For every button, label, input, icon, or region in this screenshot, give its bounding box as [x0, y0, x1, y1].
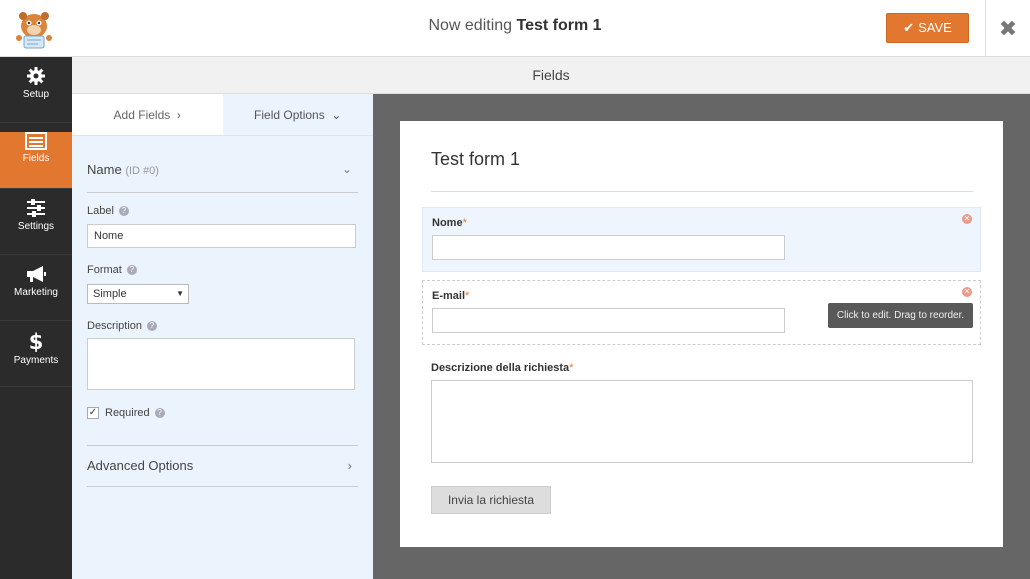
help-icon[interactable]: ?	[118, 206, 129, 217]
nav-item-setup[interactable]: Setup	[0, 66, 72, 123]
field-textarea	[431, 380, 973, 463]
field-id: (ID #0)	[125, 165, 159, 177]
megaphone-icon	[27, 266, 46, 282]
svg-text:$: $	[29, 330, 44, 352]
label-input[interactable]: Nome	[87, 224, 356, 248]
field-group-header[interactable]: Name (ID #0) ⌄	[87, 162, 358, 177]
advanced-options-toggle[interactable]: Advanced Options ›	[87, 458, 358, 473]
save-label: SAVE	[918, 20, 952, 35]
format-select[interactable]: Simple ▼	[87, 284, 189, 304]
description-textarea[interactable]	[87, 338, 355, 390]
nav-label: Payments	[13, 355, 59, 366]
field-label: Nome*	[432, 217, 467, 229]
tab-field-options[interactable]: Field Options ⌄	[222, 94, 373, 135]
save-button[interactable]: ✔ SAVE	[886, 13, 969, 43]
help-icon[interactable]: ?	[154, 408, 165, 419]
nav-label: Marketing	[14, 287, 58, 298]
divider	[431, 191, 973, 192]
help-icon[interactable]: ?	[126, 265, 137, 276]
format-label: Format?	[87, 264, 137, 276]
field-label: E-mail*	[432, 290, 470, 302]
check-icon: ✔	[903, 20, 915, 35]
field-input	[432, 308, 785, 333]
close-button[interactable]: ✖	[985, 0, 1030, 57]
field-name: Name	[87, 162, 122, 177]
nav-label: Settings	[17, 221, 55, 232]
editing-prefix: Now editing	[428, 17, 513, 34]
tab-label: Field Options	[254, 108, 325, 122]
sliders-icon	[27, 199, 45, 217]
nav-item-fields[interactable]: Fields	[0, 132, 72, 189]
field-input	[432, 235, 785, 260]
gear-icon	[27, 67, 45, 85]
chevron-right-icon: ›	[173, 108, 181, 122]
tab-label: Add Fields	[113, 108, 171, 122]
delete-field-icon[interactable]: ✕	[962, 214, 972, 224]
field-label: Descrizione della richiesta*	[431, 362, 574, 374]
form-preview-title: Test form 1	[431, 149, 521, 169]
list-icon	[25, 132, 47, 150]
top-bar: Now editing Test form 1 ✔ SAVE ✖	[0, 0, 1030, 57]
nav-item-marketing[interactable]: Marketing	[0, 264, 72, 321]
description-label: Description?	[87, 320, 158, 332]
required-checkbox[interactable]: ✓	[87, 407, 99, 419]
nav-item-settings[interactable]: Settings	[0, 198, 72, 255]
required-label: Required?	[105, 407, 165, 419]
panel-tabs: Add Fields › Field Options ⌄	[72, 94, 373, 136]
preview-field-nome[interactable]: Nome* ✕	[422, 207, 981, 272]
delete-field-icon[interactable]: ✕	[962, 287, 972, 297]
divider	[87, 445, 358, 446]
caret-down-icon: ▼	[176, 289, 184, 298]
form-preview-card: Test form 1 Nome* ✕ E-mail* ✕ Descrizion…	[400, 121, 1003, 547]
close-icon: ✖	[998, 16, 1018, 41]
preview-field-descrizione[interactable]: Descrizione della richiesta*	[422, 353, 981, 465]
form-name: Test form 1	[516, 17, 602, 34]
field-options-panel: Add Fields › Field Options ⌄ Name (ID #0…	[72, 94, 373, 579]
label-label: Label?	[87, 205, 129, 217]
divider	[87, 486, 358, 487]
page-title: Now editing Test form 1	[0, 17, 1030, 35]
help-icon[interactable]: ?	[147, 321, 158, 332]
chevron-down-icon: ⌄	[328, 108, 342, 122]
fields-header: Fields	[72, 57, 1030, 94]
tooltip: Click to edit. Drag to reorder.	[828, 303, 973, 328]
nav-label: Setup	[22, 89, 50, 100]
tab-add-fields[interactable]: Add Fields ›	[72, 94, 223, 135]
chevron-right-icon: ›	[347, 458, 352, 473]
submit-button[interactable]: Invia la richiesta	[431, 486, 551, 514]
divider	[87, 192, 358, 193]
dollar-icon: $	[29, 330, 44, 352]
chevron-down-icon: ⌄	[341, 162, 352, 176]
left-nav: Setup Fields Settings Marketing $ Paymen…	[0, 57, 72, 579]
nav-item-payments[interactable]: $ Payments	[0, 330, 72, 387]
nav-label: Fields	[22, 153, 50, 164]
